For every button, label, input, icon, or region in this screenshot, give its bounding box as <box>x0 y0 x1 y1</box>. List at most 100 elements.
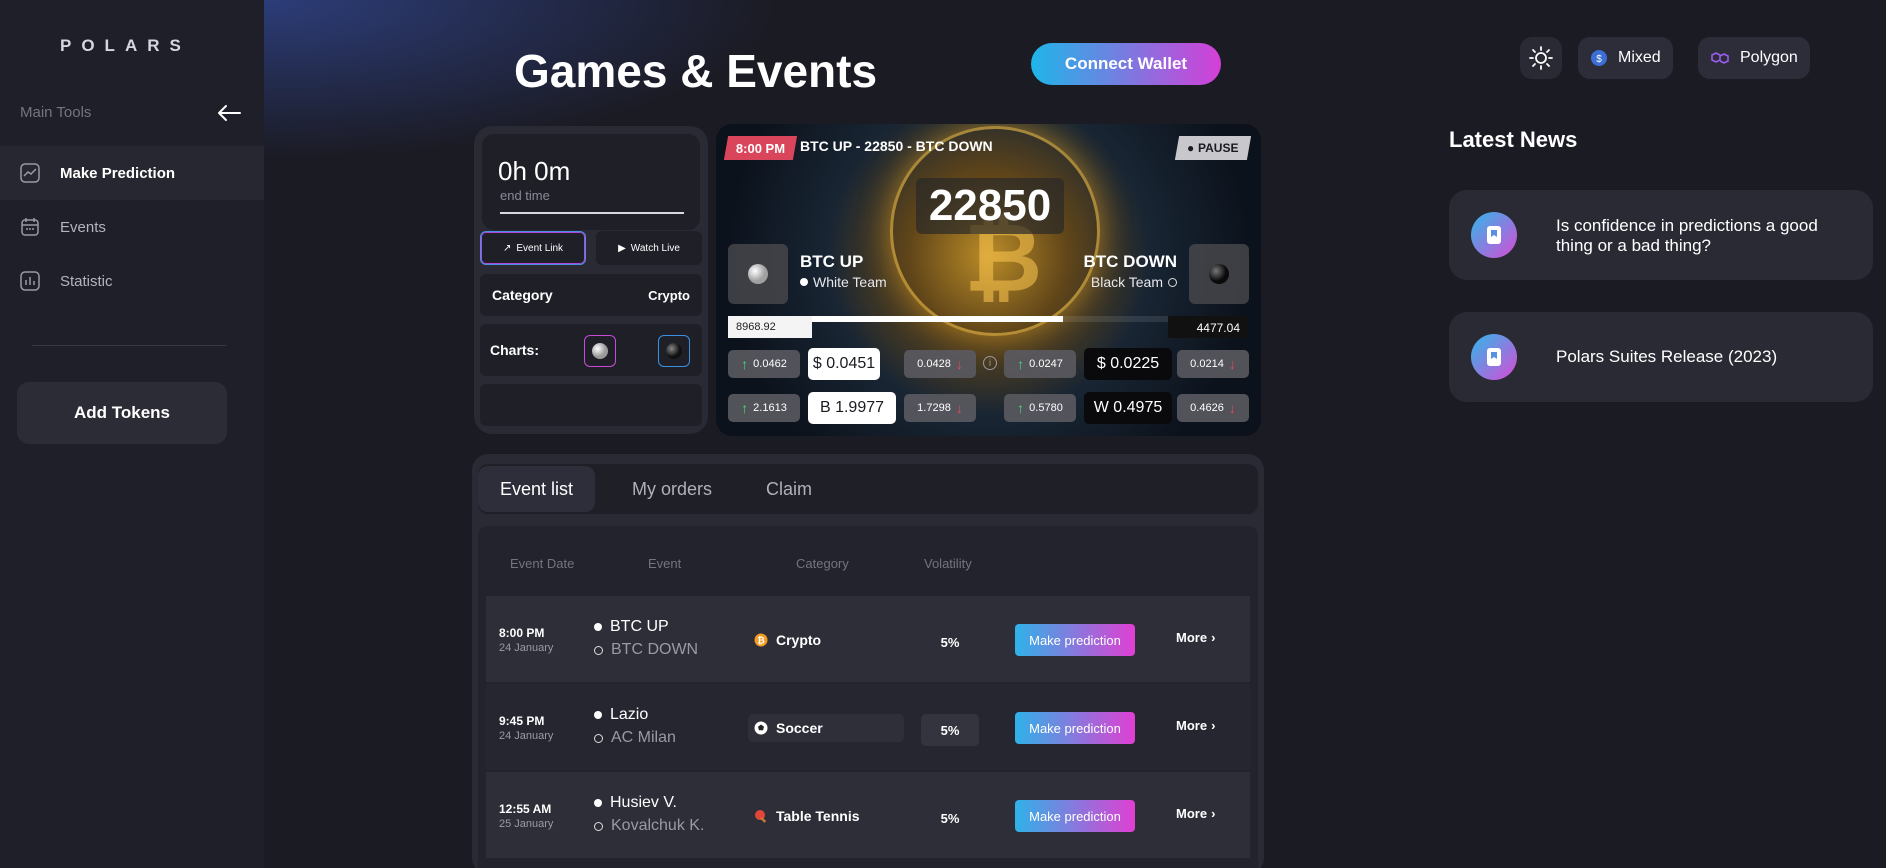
event-link-label: Event Link <box>516 242 564 254</box>
charts-box: Charts: <box>480 324 702 376</box>
theme-toggle-button[interactable] <box>1520 37 1562 79</box>
white-dot-icon <box>594 799 602 807</box>
white-team-chart-button[interactable] <box>584 335 616 367</box>
event-title: BTC UP - 22850 - BTC DOWN <box>800 138 993 154</box>
left-team-name: BTC UP <box>800 252 864 271</box>
event-link-button[interactable]: ↗ Event Link <box>480 231 586 265</box>
right-down-odds[interactable]: 0.0214 ↓ <box>1177 350 1249 378</box>
connect-wallet-button[interactable]: Connect Wallet <box>1031 43 1221 85</box>
category-value: Crypto <box>648 288 690 303</box>
make-prediction-button[interactable]: Make prediction <box>1015 624 1135 656</box>
add-tokens-button[interactable]: Add Tokens <box>17 382 227 444</box>
more-link[interactable]: More › <box>1176 630 1215 645</box>
event-time-tag: 8:00 PM <box>723 136 798 160</box>
sidebar-item-events[interactable]: Events <box>0 200 264 254</box>
white-ball-icon <box>592 343 608 359</box>
network-chip[interactable]: Polygon <box>1698 37 1810 79</box>
right-price[interactable]: $ 0.0225 <box>1084 348 1172 380</box>
make-prediction-button[interactable]: Make prediction <box>1015 800 1135 832</box>
white-team-ball <box>728 244 788 304</box>
watch-live-label: Watch Live <box>630 242 680 254</box>
black-ball-icon <box>1209 264 1229 284</box>
timer-box: 0h 0m end time <box>482 134 700 230</box>
arrow-up-icon: ↑ <box>741 356 749 372</box>
timer-underline <box>500 212 684 214</box>
team-one: Husiev V. <box>594 794 677 812</box>
tab-my-orders[interactable]: My orders <box>610 466 734 512</box>
right-price[interactable]: W 0.4975 <box>1084 392 1172 424</box>
category-cell: Soccer <box>748 714 904 742</box>
table-row: 12:55 AM 25 January Husiev V. Kovalchuk … <box>486 772 1250 858</box>
arrow-down-icon: ↓ <box>955 400 963 416</box>
column-header-date: Event Date <box>510 556 575 571</box>
more-link[interactable]: More › <box>1176 806 1215 821</box>
left-price[interactable]: B 1.9977 <box>808 392 896 424</box>
sidebar-item-statistic[interactable]: Statistic <box>0 254 264 308</box>
tabs-bar: Event list My orders Claim <box>478 464 1258 514</box>
tab-event-list[interactable]: Event list <box>478 466 596 512</box>
tab-claim[interactable]: Claim <box>744 466 834 512</box>
table-row: 8:00 PM 24 January BTC UP BTC DOWN ₿ Cry… <box>486 596 1250 682</box>
progress-fill <box>812 316 1063 322</box>
team-two: Kovalchuk K. <box>594 817 704 835</box>
make-prediction-button[interactable]: Make prediction <box>1015 712 1135 744</box>
right-down-odds[interactable]: 0.4626 ↓ <box>1177 394 1249 422</box>
white-dot-icon <box>800 278 808 286</box>
chevron-right-icon: › <box>1211 718 1216 733</box>
events-table: Event Date Event Category Volatility 8:0… <box>478 526 1258 868</box>
ping-pong-icon <box>755 810 767 823</box>
bar-chart-icon <box>20 271 40 291</box>
page-title: Games & Events <box>514 45 878 97</box>
info-icon[interactable]: i <box>983 356 997 370</box>
left-down-odds[interactable]: 1.7298 ↓ <box>904 394 976 422</box>
column-header-volatility: Volatility <box>924 556 972 571</box>
sidebar-item-label: Make Prediction <box>60 164 176 182</box>
arrow-down-icon: ↓ <box>955 356 963 372</box>
news-card[interactable]: Polars Suites Release (2023) <box>1449 312 1873 402</box>
charts-label: Charts: <box>490 342 540 358</box>
arrow-up-icon: ↑ <box>741 400 749 416</box>
white-dot-icon <box>594 711 602 719</box>
bookmark-icon <box>1471 212 1517 258</box>
svg-text:₿: ₿ <box>757 636 764 646</box>
category-cell: ₿ Crypto <box>748 626 904 654</box>
right-up-odds[interactable]: ↑ 0.5780 <box>1004 394 1076 422</box>
news-text: Polars Suites Release (2023) <box>1556 347 1778 366</box>
section-label: Main Tools <box>20 104 92 121</box>
white-dot-icon <box>594 623 602 631</box>
divider <box>32 345 226 346</box>
left-up-odds[interactable]: ↑ 0.0462 <box>728 350 800 378</box>
pause-button[interactable]: ● PAUSE <box>1175 136 1252 160</box>
mode-chip[interactable]: $ Mixed <box>1578 37 1673 79</box>
sidebar-item-label: Statistic <box>60 272 113 290</box>
left-price[interactable]: $ 0.0451 <box>808 348 880 380</box>
external-link-icon: ↗ <box>502 242 512 254</box>
pool-progress: 8968.92 4477.04 <box>728 316 1248 338</box>
right-up-odds[interactable]: ↑ 0.0247 <box>1004 350 1076 378</box>
hollow-dot-icon <box>594 645 603 655</box>
arrow-down-icon: ↓ <box>1228 356 1236 372</box>
chevron-right-icon: › <box>1211 630 1216 645</box>
black-team-chart-button[interactable] <box>658 335 690 367</box>
chart-line-icon <box>20 163 40 183</box>
back-arrow-icon[interactable] <box>216 102 242 124</box>
arrow-up-icon: ↑ <box>1017 400 1025 416</box>
right-team-name: BTC DOWN <box>1083 252 1177 271</box>
right-pool-value: 4477.04 <box>1168 316 1248 338</box>
team-two: AC Milan <box>594 729 676 747</box>
left-up-odds[interactable]: ↑ 2.1613 <box>728 394 800 422</box>
more-link[interactable]: More › <box>1176 718 1215 733</box>
black-team-ball <box>1189 244 1249 304</box>
left-down-odds[interactable]: 0.0428 ↓ <box>904 350 976 378</box>
table-row: 9:45 PM 24 January Lazio AC Milan Soccer… <box>486 684 1250 770</box>
timer-value: 0h 0m <box>498 156 571 186</box>
news-card[interactable]: Is confidence in predictions a good thin… <box>1449 190 1873 280</box>
sidebar-item-label: Events <box>60 218 106 236</box>
play-icon: ▶ <box>618 242 626 254</box>
chevron-right-icon: › <box>1211 806 1216 821</box>
watch-live-button[interactable]: ▶ Watch Live <box>596 231 702 265</box>
category-label: Category <box>492 287 553 303</box>
polygon-icon <box>1711 52 1729 64</box>
sidebar-item-make-prediction[interactable]: Make Prediction <box>0 146 264 200</box>
black-ball-icon <box>666 343 682 359</box>
